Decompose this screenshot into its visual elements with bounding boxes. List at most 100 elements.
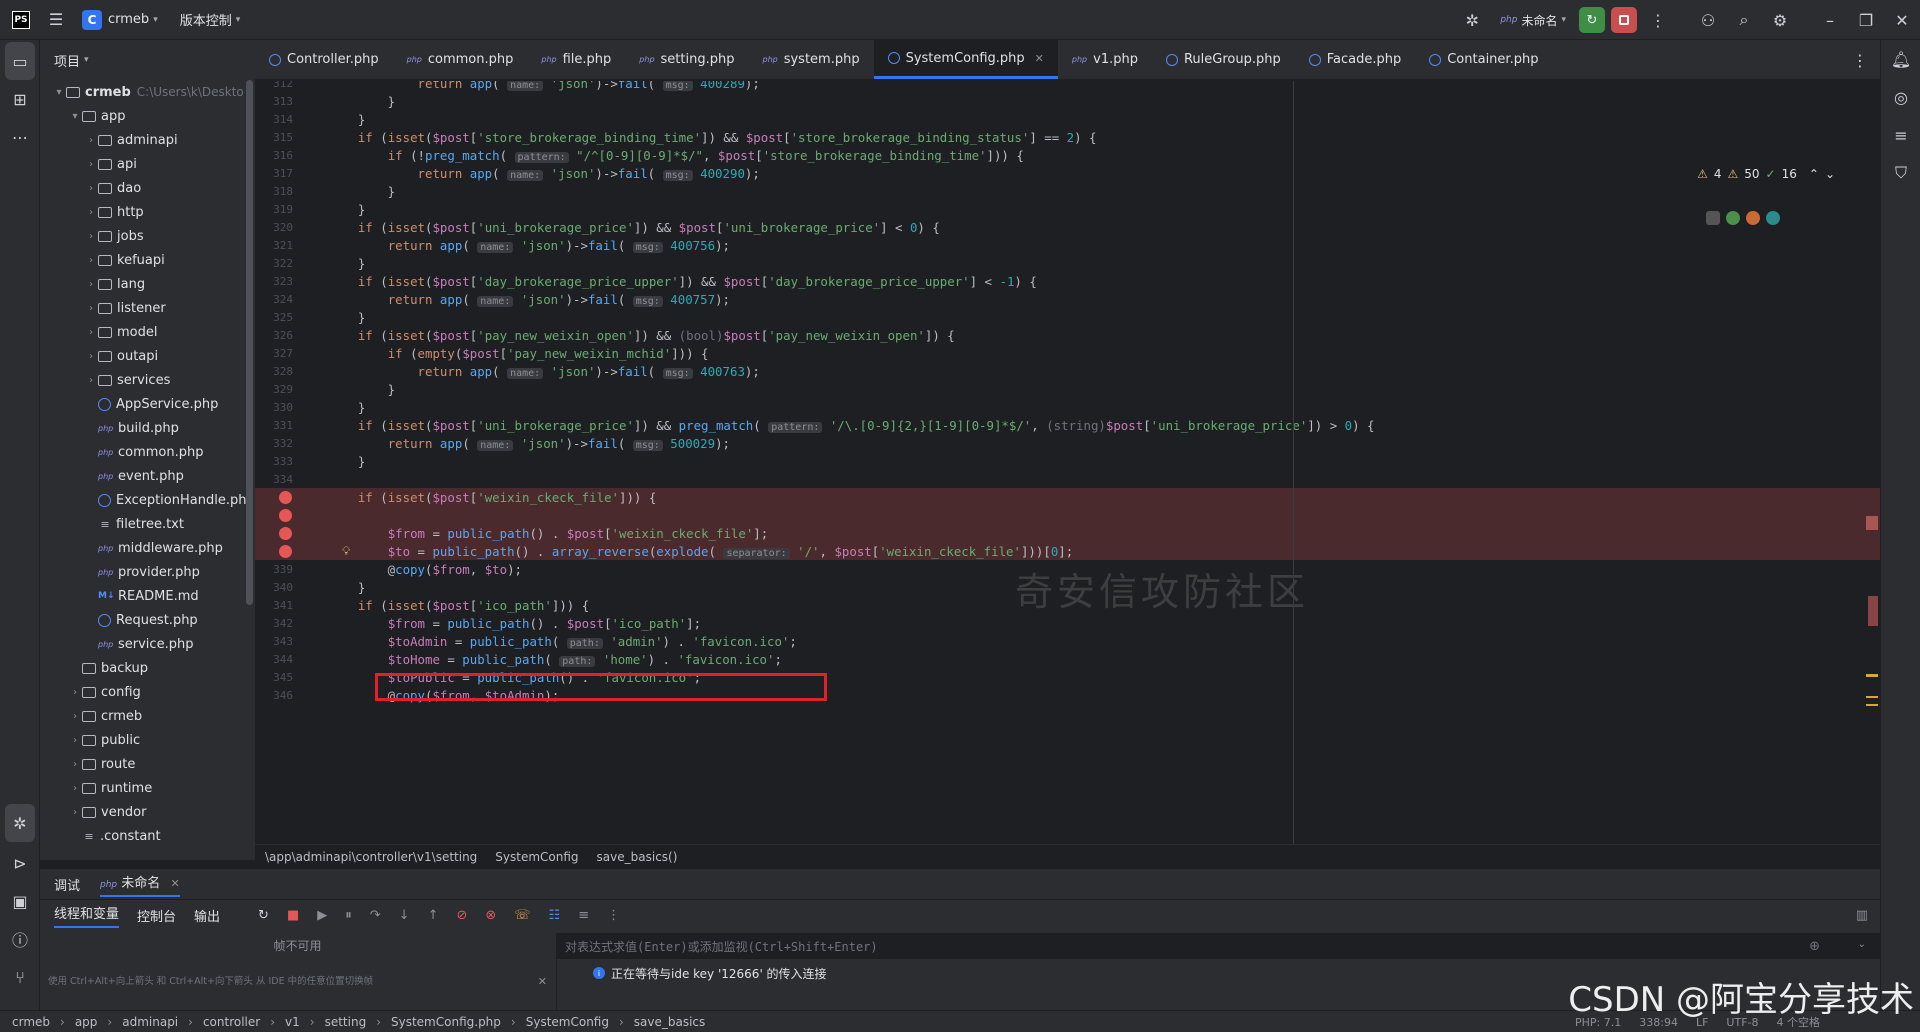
chrome-icon[interactable] [1726, 211, 1740, 225]
git-branch-icon[interactable]: ⑂ [0, 958, 40, 996]
settings-icon[interactable]: ≡ [578, 908, 589, 923]
minimize-icon[interactable]: – [1812, 0, 1848, 40]
line-number[interactable]: 313 [255, 95, 293, 108]
code-line[interactable]: 328 return app( name: 'json')->fail( msg… [255, 362, 1880, 380]
status-breadcrumb-item[interactable]: SystemConfig.php [391, 1015, 501, 1029]
status-breadcrumb-item[interactable]: SystemConfig [526, 1015, 609, 1029]
code-line[interactable]: 317 return app( name: 'json')->fail( msg… [255, 164, 1880, 182]
line-number[interactable]: 330 [255, 401, 293, 414]
more-vertical-icon[interactable]: ⋮ [607, 908, 620, 923]
close-icon[interactable]: ✕ [170, 877, 179, 890]
line-number[interactable]: 318 [255, 185, 293, 198]
add-user-icon[interactable]: ⚇ [1690, 0, 1726, 40]
line-number[interactable]: 314 [255, 113, 293, 126]
tree-root[interactable]: ▾ crmeb C:\Users\k\Deskto [40, 80, 255, 104]
status-breadcrumb-item[interactable]: save_basics [634, 1015, 706, 1029]
vcs-menu[interactable]: 版本控制 ▾ [180, 10, 241, 29]
tree-item[interactable]: php service.php [40, 632, 255, 656]
code-line[interactable]: 332 return app( name: 'json')->fail( msg… [255, 434, 1880, 452]
close-icon[interactable]: ✕ [1884, 0, 1920, 40]
editor-tab[interactable]: php v1.php [1058, 40, 1152, 79]
line-number[interactable]: 320 [255, 221, 293, 234]
code-line[interactable]: 343 $toAdmin = public_path( path: 'admin… [255, 632, 1880, 650]
tree-item[interactable]: ExceptionHandle.ph [40, 488, 255, 512]
tree-item[interactable]: Request.php [40, 608, 255, 632]
status-breadcrumb-item[interactable]: controller [203, 1015, 260, 1029]
breadcrumb-path[interactable]: \app\adminapi\controller\v1\setting [265, 850, 477, 864]
more-vertical-icon[interactable]: ⋮ [1640, 0, 1676, 40]
ai-assistant-icon[interactable]: ◎ [1881, 78, 1920, 116]
code-line[interactable]: 342 $from = public_path() . $post['ico_p… [255, 614, 1880, 632]
code-line-breakpoint[interactable]: $from = public_path() . $post['weixin_ck… [255, 524, 1880, 542]
code-line[interactable]: 314 } [255, 110, 1880, 128]
line-number[interactable]: 332 [255, 437, 293, 450]
stop-button[interactable] [1611, 7, 1637, 33]
step-into-icon[interactable]: ↓ [399, 908, 410, 923]
tree-item[interactable]: ≡ filetree.txt [40, 512, 255, 536]
warning-stripe-marker[interactable] [1866, 674, 1878, 677]
breakpoint-icon[interactable] [279, 544, 292, 558]
step-over-icon[interactable]: ↷ [370, 908, 381, 923]
tree-item[interactable]: › route [40, 752, 255, 776]
line-number[interactable]: 326 [255, 329, 293, 342]
code-line[interactable]: 344 $toHome = public_path( path: 'home')… [255, 650, 1880, 668]
line-number[interactable]: 316 [255, 149, 293, 162]
tree-item[interactable]: ≡ .constant [40, 824, 255, 848]
add-watch-icon[interactable]: ⊕ [1809, 939, 1820, 954]
debug-bug-icon[interactable]: ✲ [1454, 0, 1490, 40]
line-number[interactable]: 339 [255, 563, 293, 576]
tree-item[interactable]: › vendor [40, 800, 255, 824]
mute-breakpoints-icon[interactable]: ⊗ [485, 908, 496, 923]
code-line[interactable]: 331 if (isset($post['uni_brokerage_price… [255, 416, 1880, 434]
subtab-output[interactable]: 输出 [194, 906, 220, 925]
inspection-widget[interactable]: ⚠ 4 ⚠ 50 ✓ 16 ⌃ ⌄ [1697, 167, 1835, 181]
code-line-breakpoint[interactable]: 💡︎ $to = public_path() . array_reverse(e… [255, 542, 1880, 560]
tree-item[interactable]: php middleware.php [40, 536, 255, 560]
status-breadcrumb-item[interactable]: app [75, 1015, 98, 1029]
breadcrumb-method[interactable]: save_basics() [597, 850, 678, 864]
tree-item[interactable]: AppService.php [40, 392, 255, 416]
line-number[interactable]: 327 [255, 347, 293, 360]
project-folder-icon[interactable]: ▭ [5, 42, 35, 80]
problems-icon[interactable]: ⓘ [0, 920, 40, 958]
editor-tab[interactable]: php setting.php [625, 40, 748, 79]
subtab-threads-variables[interactable]: 线程和变量 [54, 903, 120, 928]
more-horizontal-icon[interactable]: ⋯ [0, 118, 40, 156]
code-line[interactable]: 316 if (!preg_match( pattern: "/^[0-9][0… [255, 146, 1880, 164]
tree-item[interactable]: php build.php [40, 416, 255, 440]
line-number[interactable]: 344 [255, 653, 293, 666]
line-number[interactable]: 334 [255, 473, 293, 486]
resume-icon[interactable]: ▶ [317, 908, 327, 923]
tree-item[interactable]: › config [40, 680, 255, 704]
code-line[interactable]: 327 if (empty($post['pay_new_weixin_mchi… [255, 344, 1880, 362]
step-out-icon[interactable]: ↑ [428, 908, 439, 923]
services-icon[interactable]: ⊳ [0, 844, 40, 882]
line-number[interactable]: 346 [255, 689, 293, 702]
editor-tab[interactable]: RuleGroup.php [1152, 40, 1295, 79]
tree-item[interactable]: › http [40, 200, 255, 224]
line-number[interactable]: 321 [255, 239, 293, 252]
code-line[interactable]: 312 return app( name: 'json')->fail( msg… [255, 81, 1880, 92]
line-number[interactable]: 325 [255, 311, 293, 324]
project-scrollbar[interactable] [246, 80, 253, 605]
security-shield-icon[interactable]: ⛉ [1881, 154, 1920, 192]
editor-tab[interactable]: Controller.php [255, 40, 393, 79]
line-number[interactable]: 341 [255, 599, 293, 612]
code-line[interactable]: 321 return app( name: 'json')->fail( msg… [255, 236, 1880, 254]
line-number[interactable]: 319 [255, 203, 293, 216]
line-number[interactable]: 322 [255, 257, 293, 270]
editor-tab[interactable]: php system.php [748, 40, 873, 79]
code-line[interactable]: 315 if (isset($post['store_brokerage_bin… [255, 128, 1880, 146]
line-number[interactable]: 345 [255, 671, 293, 684]
tree-item[interactable]: › kefuapi [40, 248, 255, 272]
code-line[interactable]: 322 } [255, 254, 1880, 272]
debug-tool-icon[interactable]: ✲ [5, 804, 35, 842]
tree-item[interactable]: › crmeb [40, 704, 255, 728]
tree-item[interactable]: php provider.php [40, 560, 255, 584]
editor-tab[interactable]: php file.php [527, 40, 625, 79]
code-line[interactable]: 324 return app( name: 'json')->fail( msg… [255, 290, 1880, 308]
phpstorm-browser-icon[interactable] [1706, 211, 1720, 225]
status-breadcrumb-item[interactable]: adminapi [122, 1015, 178, 1029]
editor-tab[interactable]: SystemConfig.php ✕ [873, 40, 1058, 79]
firefox-icon[interactable] [1746, 211, 1760, 225]
